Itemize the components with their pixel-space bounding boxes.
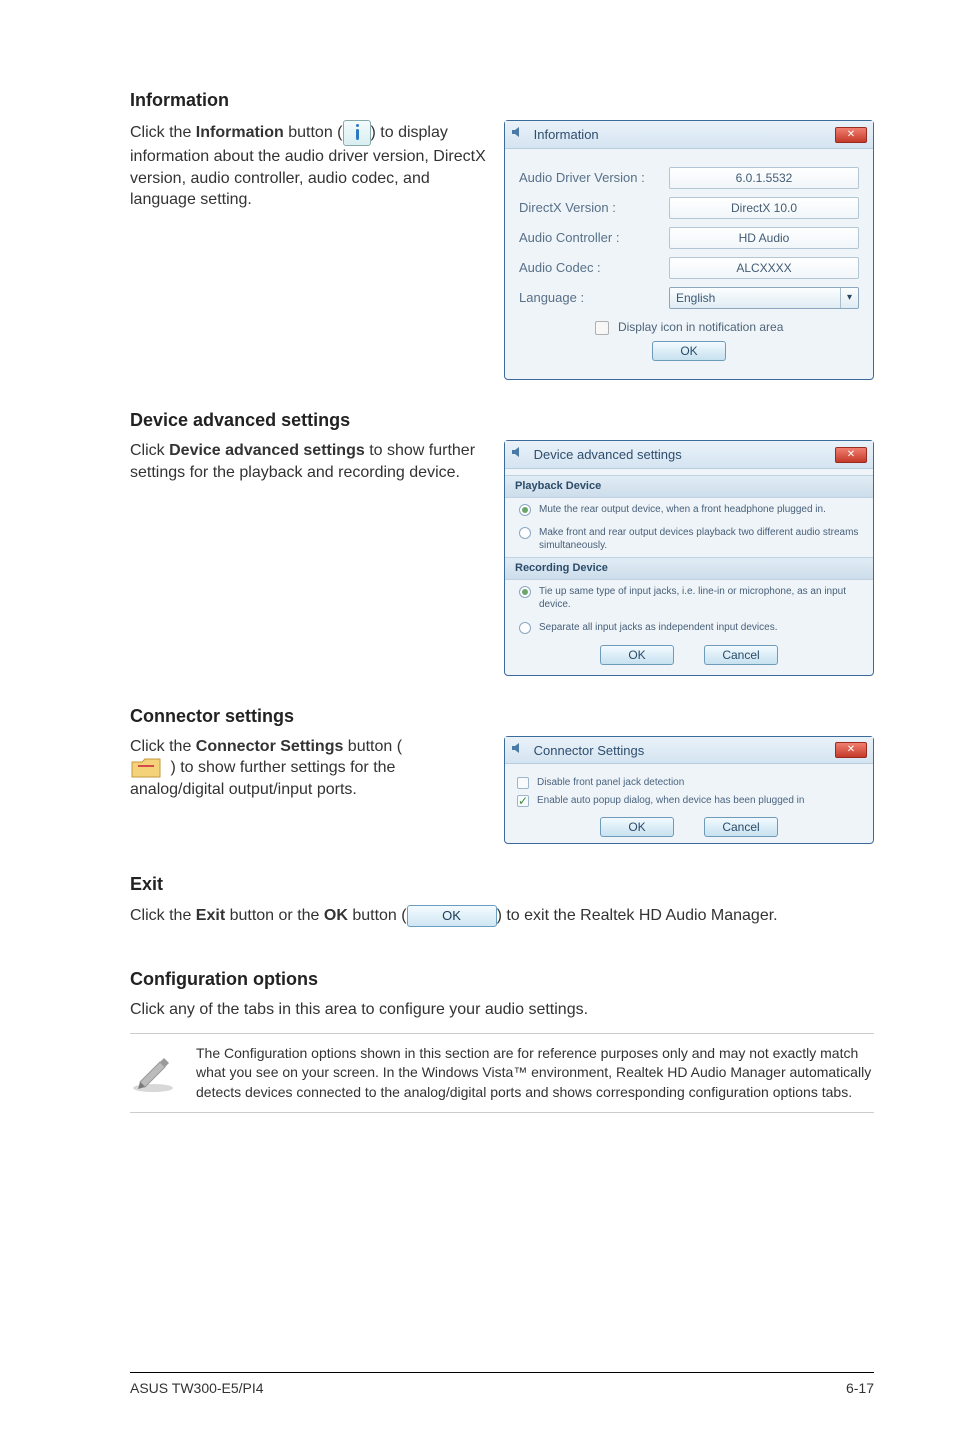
txt: ) to show further settings for the analo…: [130, 760, 395, 799]
txt-bold: OK: [324, 907, 348, 924]
cancel-button[interactable]: Cancel: [704, 645, 778, 665]
dialog-titlebar: Connector Settings ✕: [505, 737, 873, 765]
option-label: Separate all input jacks as independent …: [539, 621, 778, 634]
txt-bold: Connector Settings: [196, 738, 344, 755]
heading-exit: Exit: [130, 872, 874, 896]
footer-right: 6-17: [846, 1379, 874, 1398]
information-dialog: Information ✕ Audio Driver Version : 6.0…: [504, 120, 874, 380]
recording-device-header: Recording Device: [505, 557, 873, 580]
dialog-titlebar: Device advanced settings ✕: [505, 441, 873, 469]
connector-settings-dialog: Connector Settings ✕ Disable front panel…: [504, 736, 874, 845]
txt: Click the: [130, 125, 196, 142]
value-audio-controller: HD Audio: [669, 227, 859, 249]
ok-button[interactable]: OK: [600, 645, 674, 665]
txt-bold: Information: [196, 125, 284, 142]
txt: button (: [284, 125, 343, 142]
language-select[interactable]: English ▾: [669, 287, 859, 309]
txt: Click: [130, 442, 169, 459]
label-driver-version: Audio Driver Version :: [519, 169, 669, 187]
playback-option-1[interactable]: Mute the rear output device, when a fron…: [505, 498, 873, 521]
adv-paragraph: Click Device advanced settings to show f…: [130, 440, 486, 483]
txt: ) to exit the Realtek HD Audio Manager.: [497, 907, 778, 924]
note-text: The Configuration options shown in this …: [196, 1044, 874, 1103]
option-label: Tie up same type of input jacks, i.e. li…: [539, 585, 859, 611]
heading-information: Information: [130, 88, 874, 112]
checkbox-label: Display icon in notification area: [618, 320, 783, 334]
folder-icon: [130, 757, 166, 779]
language-selected: English: [670, 288, 840, 308]
exit-paragraph: Click the Exit button or the OK button (…: [130, 905, 874, 927]
heading-device-advanced: Device advanced settings: [130, 408, 874, 432]
speaker-icon: [511, 125, 525, 139]
close-icon[interactable]: ✕: [835, 742, 867, 758]
label-audio-controller: Audio Controller :: [519, 229, 669, 247]
radio-icon: [519, 527, 531, 539]
value-audio-codec: ALCXXXX: [669, 257, 859, 279]
info-paragraph: Click the Information button () to displ…: [130, 120, 486, 211]
close-icon[interactable]: ✕: [835, 127, 867, 143]
connector-option-1[interactable]: Disable front panel jack detection: [517, 776, 861, 790]
ok-button-inline[interactable]: OK: [407, 905, 497, 927]
heading-configuration-options: Configuration options: [130, 967, 874, 991]
recording-option-1[interactable]: Tie up same type of input jacks, i.e. li…: [505, 580, 873, 616]
footer-left: ASUS TW300-E5/PI4: [130, 1379, 264, 1398]
info-icon: [343, 120, 371, 146]
label-audio-codec: Audio Codec :: [519, 259, 669, 277]
value-directx-version: DirectX 10.0: [669, 197, 859, 219]
label-language: Language :: [519, 289, 669, 307]
option-label: Disable front panel jack detection: [537, 776, 684, 790]
cancel-button[interactable]: Cancel: [704, 817, 778, 837]
txt: button (: [348, 907, 407, 924]
playback-device-header: Playback Device: [505, 475, 873, 498]
ok-button[interactable]: OK: [652, 341, 726, 361]
pencil-icon: [130, 1044, 176, 1101]
txt: Click the: [130, 738, 196, 755]
dialog-title-text: Information: [534, 127, 599, 142]
radio-icon: [519, 622, 531, 634]
cfg-paragraph: Click any of the tabs in this area to co…: [130, 999, 874, 1021]
note-block: The Configuration options shown in this …: [130, 1033, 874, 1114]
speaker-icon: [511, 741, 525, 755]
txt-bold: Device advanced settings: [169, 442, 365, 459]
connector-option-2[interactable]: Enable auto popup dialog, when device ha…: [517, 794, 861, 808]
speaker-icon: [511, 445, 525, 459]
page-footer: ASUS TW300-E5/PI4 6-17: [130, 1372, 874, 1398]
txt-bold: Exit: [196, 907, 225, 924]
option-label: Make front and rear output devices playb…: [539, 526, 859, 552]
txt: button (: [343, 738, 402, 755]
device-advanced-dialog: Device advanced settings ✕ Playback Devi…: [504, 440, 874, 675]
recording-option-2[interactable]: Separate all input jacks as independent …: [505, 616, 873, 639]
txt: button or the: [225, 907, 324, 924]
dialog-titlebar: Information ✕: [505, 121, 873, 149]
option-label: Enable auto popup dialog, when device ha…: [537, 794, 804, 808]
ok-button[interactable]: OK: [600, 817, 674, 837]
chevron-down-icon: ▾: [840, 288, 858, 308]
heading-connector-settings: Connector settings: [130, 704, 874, 728]
playback-option-2[interactable]: Make front and rear output devices playb…: [505, 521, 873, 557]
checkbox-icon: [517, 795, 529, 807]
dialog-title-text: Connector Settings: [534, 743, 645, 758]
label-directx-version: DirectX Version :: [519, 199, 669, 217]
conn-paragraph: Click the Connector Settings button ( ) …: [130, 736, 486, 801]
checkbox-display-icon[interactable]: [595, 321, 609, 335]
radio-icon: [519, 586, 531, 598]
option-label: Mute the rear output device, when a fron…: [539, 503, 826, 516]
value-driver-version: 6.0.1.5532: [669, 167, 859, 189]
close-icon[interactable]: ✕: [835, 447, 867, 463]
txt: Click the: [130, 907, 196, 924]
radio-icon: [519, 504, 531, 516]
checkbox-icon: [517, 777, 529, 789]
dialog-title-text: Device advanced settings: [534, 447, 682, 462]
